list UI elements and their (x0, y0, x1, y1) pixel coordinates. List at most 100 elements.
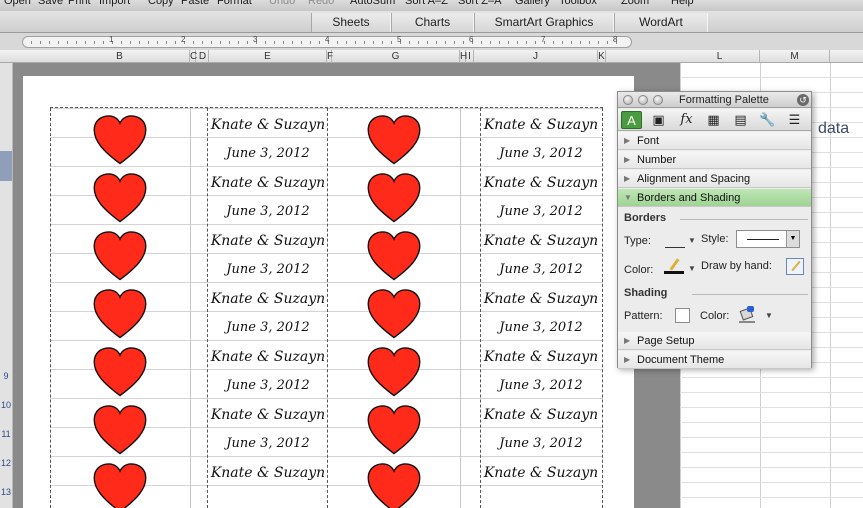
label-names-text[interactable]: Knate & Suzayn (208, 233, 328, 249)
book-icon[interactable]: ▤ (730, 111, 751, 129)
label-names-text[interactable]: Knate & Suzayn (208, 407, 328, 423)
heart-icon[interactable] (92, 404, 148, 456)
label-date-text[interactable]: June 3, 2012 (481, 262, 601, 277)
document-icon[interactable]: ☰ (784, 111, 805, 129)
border-color-dropdown-icon[interactable]: ▼ (688, 264, 696, 273)
row-number[interactable]: 13 (0, 487, 12, 497)
label-names-text[interactable]: Knate & Suzayn (481, 291, 601, 307)
column-header-c[interactable]: C (190, 50, 197, 63)
section-font[interactable]: ▶ Font (618, 132, 811, 150)
heart-icon[interactable] (366, 114, 422, 166)
toolbar-button-sort-a-z[interactable]: Sort A–Z (405, 0, 448, 7)
label-date-text[interactable]: June 3, 2012 (481, 146, 601, 161)
section-document-theme[interactable]: ▶ Document Theme (618, 351, 811, 369)
label-date-text[interactable]: June 3, 2012 (208, 262, 328, 277)
label-names-text[interactable]: Knate & Suzayn (208, 349, 328, 365)
ribbon-tab-wordart[interactable]: WordArt (614, 13, 708, 32)
draw-by-hand-button[interactable] (786, 258, 804, 275)
heart-icon[interactable] (92, 172, 148, 224)
insert-object-icon[interactable]: ▣ (648, 111, 669, 129)
toolbar-button-toolbox[interactable]: Toolbox (559, 0, 597, 7)
label-date-text[interactable]: June 3, 2012 (481, 378, 601, 393)
column-header-e[interactable]: E (209, 50, 327, 63)
pencil-color-icon[interactable] (664, 258, 684, 276)
label-names-text[interactable]: Knate & Suzayn (208, 117, 328, 133)
border-style-select[interactable]: ▼ (736, 230, 800, 248)
heart-icon[interactable] (92, 114, 148, 166)
label-date-text[interactable]: June 3, 2012 (208, 436, 328, 451)
label-names-text[interactable]: Knate & Suzayn (208, 465, 328, 481)
toolbar-button-print[interactable]: Print (68, 0, 91, 7)
label-names-text[interactable]: Knate & Suzayn (481, 233, 601, 249)
row-number[interactable]: 12 (0, 458, 12, 468)
horizontal-ruler[interactable]: 1 2 3 4 5 6 7 8 (22, 35, 632, 48)
toolbar-button-import[interactable]: Import (99, 0, 130, 7)
column-header-g[interactable]: G (332, 50, 460, 63)
row-number[interactable]: 10 (0, 400, 12, 410)
heart-icon[interactable] (92, 288, 148, 340)
column-header-d[interactable]: D (197, 50, 209, 63)
label-date-text[interactable]: June 3, 2012 (208, 320, 328, 335)
toolbar-button-format[interactable]: Format (217, 0, 252, 7)
pattern-swatch[interactable] (675, 308, 690, 323)
toolbar-button-copy[interactable]: Copy (148, 0, 174, 7)
heart-icon[interactable] (366, 230, 422, 282)
heart-icon[interactable] (92, 346, 148, 398)
label-date-text[interactable]: June 3, 2012 (208, 378, 328, 393)
label-names-text[interactable]: Knate & Suzayn (208, 291, 328, 307)
section-number[interactable]: ▶ Number (618, 151, 811, 169)
label-date-text[interactable]: June 3, 2012 (481, 436, 601, 451)
border-type-dropdown-icon[interactable]: ▼ (688, 236, 696, 245)
label-date-text[interactable]: June 3, 2012 (208, 146, 328, 161)
zoom-window-icon[interactable] (653, 95, 663, 105)
label-date-text[interactable]: June 3, 2012 (481, 320, 601, 335)
label-date-text[interactable]: June 3, 2012 (208, 204, 328, 219)
label-names-text[interactable]: Knate & Suzayn (481, 175, 601, 191)
ribbon-tab-sheets[interactable]: Sheets (311, 13, 391, 32)
toolbar-button-save[interactable]: Save (38, 0, 63, 7)
heart-icon[interactable] (366, 346, 422, 398)
heart-icon[interactable] (366, 462, 422, 508)
label-names-text[interactable]: Knate & Suzayn (481, 407, 601, 423)
image-icon[interactable]: ▦ (703, 111, 724, 129)
minimize-window-icon[interactable] (638, 95, 648, 105)
border-type-picker[interactable] (665, 234, 685, 248)
toolbar-button-open[interactable]: Open (4, 0, 31, 7)
close-window-icon[interactable] (623, 95, 633, 105)
heart-icon[interactable] (366, 288, 422, 340)
section-borders-shading[interactable]: ▼ Borders and Shading (618, 189, 811, 207)
heart-icon[interactable] (366, 172, 422, 224)
text-format-icon[interactable]: A (621, 111, 642, 129)
section-alignment[interactable]: ▶ Alignment and Spacing (618, 170, 811, 188)
row-number[interactable]: 9 (0, 371, 12, 381)
column-header-k[interactable]: K (598, 50, 606, 63)
fx-icon[interactable]: fx (676, 111, 697, 129)
ribbon-tab-charts[interactable]: Charts (391, 13, 474, 32)
heart-icon[interactable] (92, 230, 148, 282)
label-names-text[interactable]: Knate & Suzayn (481, 465, 601, 481)
toolbar-button-undo[interactable]: Undo (269, 0, 295, 7)
column-header-l[interactable]: L (680, 50, 760, 63)
heart-icon[interactable] (92, 462, 148, 508)
column-header-m[interactable]: M (760, 50, 830, 63)
column-header-i[interactable]: I (466, 50, 474, 63)
palette-collapse-icon[interactable]: ↺ (797, 94, 809, 106)
toolbar-button-zoom[interactable]: Zoom (621, 0, 649, 7)
section-page-setup[interactable]: ▶ Page Setup (618, 332, 811, 350)
row-number[interactable]: 11 (0, 429, 12, 439)
select-arrow-icon[interactable]: ▼ (786, 231, 799, 247)
column-header-j[interactable]: J (474, 50, 598, 63)
label-names-text[interactable]: Knate & Suzayn (481, 349, 601, 365)
ribbon-tab-smartart[interactable]: SmartArt Graphics (474, 13, 614, 32)
toolbar-button-gallery[interactable]: Gallery (515, 0, 550, 7)
column-header-b[interactable]: B (50, 50, 190, 63)
palette-titlebar[interactable]: Formatting Palette ↺ (618, 92, 811, 108)
toolbar-button-paste[interactable]: Paste (181, 0, 209, 7)
toolbar-button-redo[interactable]: Redo (308, 0, 334, 7)
toolbar-button-help[interactable]: Help (671, 0, 694, 7)
paint-bucket-icon[interactable] (738, 306, 756, 324)
label-names-text[interactable]: Knate & Suzayn (208, 175, 328, 191)
label-date-text[interactable]: June 3, 2012 (481, 204, 601, 219)
label-names-text[interactable]: Knate & Suzayn (481, 117, 601, 133)
heart-icon[interactable] (366, 404, 422, 456)
